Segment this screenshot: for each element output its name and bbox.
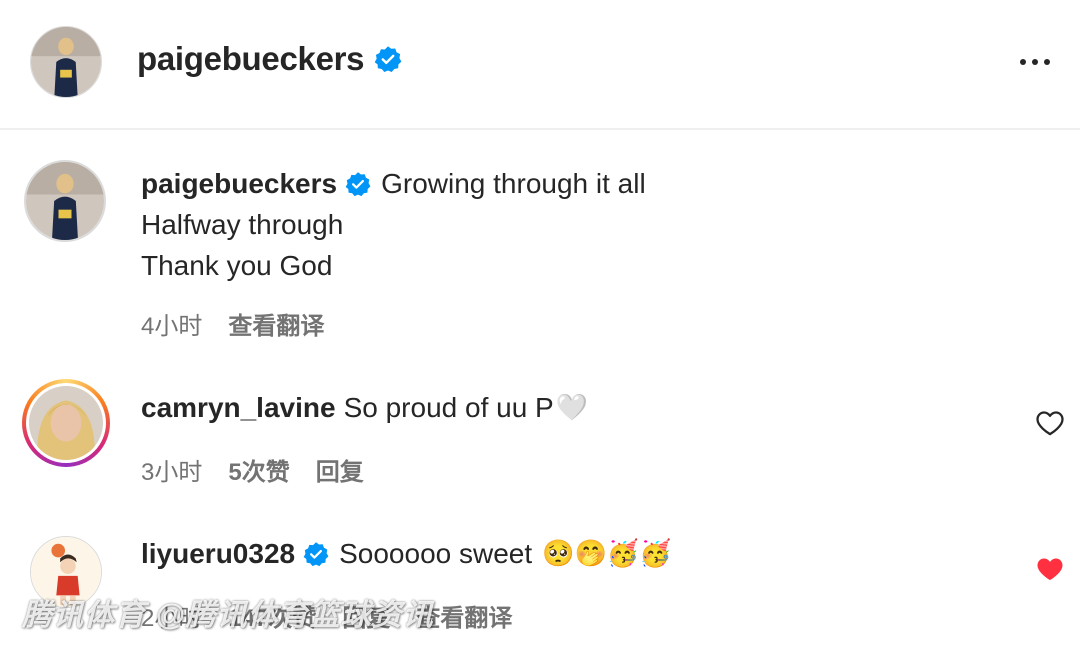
comment-2-emoji: 🥺🤭🥳🥳	[542, 539, 672, 569]
avatar-photo-icon	[31, 27, 101, 97]
profile-avatar[interactable]	[30, 26, 102, 98]
see-translation-link[interactable]: 查看翻译	[228, 306, 324, 341]
comment-1-emoji: 🤍	[555, 393, 589, 423]
comment-1-meta: 3小时 5次赞 回复	[141, 452, 364, 487]
comment-2-line: liyueru0328 Soooooo sweet 🥺🤭🥳🥳	[141, 538, 672, 570]
comment-1-reply-button[interactable]: 回复	[316, 452, 364, 487]
post-header: paigebueckers	[0, 0, 1080, 128]
watermark: 腾讯体育 @腾讯体育篮球资讯	[22, 599, 434, 632]
caption-line-1: paigebueckers Growing through it all	[141, 168, 646, 200]
comment-1-text: So proud of uu P	[343, 392, 554, 423]
header-username-group[interactable]: paigebueckers	[137, 40, 402, 78]
comment-2-username[interactable]: liyueru0328	[141, 538, 295, 570]
comment-1-line: camryn_lavine So proud of uu P 🤍	[141, 392, 588, 424]
more-options-button[interactable]	[1010, 52, 1060, 72]
comment-1-like-heart-icon[interactable]	[1035, 408, 1065, 438]
avatar-photo-icon	[26, 162, 104, 240]
comment-1-time: 3小时	[141, 459, 203, 486]
caption-username[interactable]: paigebueckers	[141, 168, 337, 200]
comment-2-text: Soooooo sweet	[339, 538, 533, 569]
more-dot	[1020, 59, 1026, 65]
caption-line-3: Thank you God	[141, 250, 333, 281]
verified-badge-icon	[345, 171, 371, 197]
caption-line-2: Halfway through	[141, 209, 344, 240]
header-divider	[0, 128, 1080, 130]
comment-avatar-story-ring[interactable]	[22, 379, 110, 467]
verified-badge-icon	[303, 541, 329, 567]
more-dot	[1044, 59, 1050, 65]
story-ring-inner	[26, 383, 106, 463]
header-username[interactable]: paigebueckers	[137, 40, 365, 78]
verified-badge-icon	[374, 45, 402, 73]
caption-avatar[interactable]	[24, 160, 106, 242]
avatar-photo-icon	[29, 386, 103, 460]
caption-text: Growing through it all	[381, 168, 646, 199]
caption-time: 4小时	[141, 313, 203, 340]
comment-1-username[interactable]: camryn_lavine	[141, 392, 336, 424]
more-dot	[1032, 59, 1038, 65]
commenter-avatar	[29, 386, 103, 460]
comment-1-likes[interactable]: 5次赞	[228, 452, 289, 487]
caption-meta: 4小时 查看翻译	[141, 306, 324, 341]
comment-2-liked-heart-icon[interactable]	[1035, 554, 1065, 584]
